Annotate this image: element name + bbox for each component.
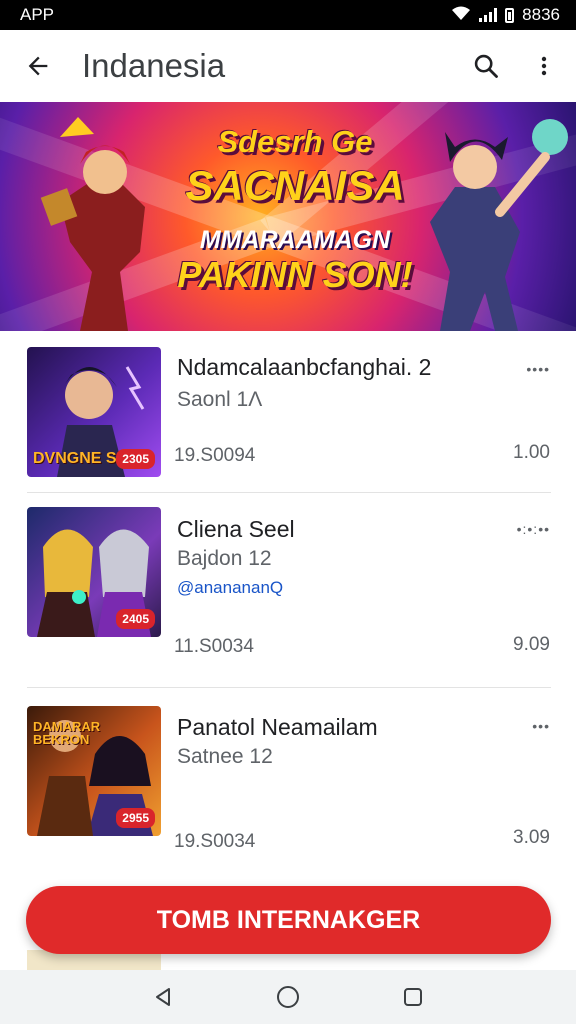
banner-line-2: SACNAISA [185, 162, 405, 209]
arrow-back-icon [28, 56, 48, 76]
nav-recents-button[interactable] [393, 977, 433, 1017]
nav-recents-icon [404, 988, 423, 1006]
item-subtitle: Satnee 12 [177, 745, 273, 768]
nav-home-icon [276, 986, 299, 1008]
item-tag[interactable]: @ananananQ [177, 578, 283, 598]
nav-home-button[interactable] [268, 977, 308, 1017]
divider [27, 492, 551, 493]
item-meta: 19.S0094 [174, 445, 256, 466]
item-price: 3.09 [513, 827, 550, 848]
banner-line-3: MMARAAMAGN [199, 226, 391, 254]
item-more-button[interactable]: ••• [532, 718, 550, 734]
banner-line-4: PAKINN SON! [177, 254, 413, 295]
back-button[interactable] [18, 46, 58, 86]
thumbnail-badge: 2305 [116, 449, 155, 469]
battery-icon [505, 7, 515, 23]
item-price: 9.09 [513, 634, 550, 655]
more-options-button[interactable] [522, 44, 566, 88]
item-thumbnail: DAMARAR BEKRON 2955 [27, 706, 161, 836]
item-more-button[interactable]: •••• [526, 361, 550, 377]
item-title: Cliena Seel [177, 516, 295, 542]
search-button[interactable] [464, 44, 508, 88]
item-more-button[interactable]: •:•:•• [517, 521, 550, 537]
thumbnail-badge: 2955 [116, 808, 155, 828]
nav-back-icon [155, 988, 170, 1006]
signal-icon [479, 8, 498, 22]
item-meta: 19.S0034 [174, 831, 256, 852]
app-bar: Indanesia [0, 30, 576, 102]
item-subtitle: Bajdon 12 [177, 547, 272, 570]
banner-line-1: Sdesrh Ge [217, 124, 373, 159]
primary-cta-button[interactable]: TOMB INTERNAKGER [26, 886, 551, 954]
item-title: Ndamcalaanbcfanghai. 2 [177, 354, 432, 380]
wifi-icon [451, 5, 471, 26]
more-vert-icon [541, 56, 547, 76]
divider [27, 687, 551, 688]
item-thumbnail: 2405 [27, 507, 161, 637]
item-meta: 11.S0034 [174, 636, 254, 657]
status-app-label: APP [20, 5, 55, 24]
system-nav-bar [0, 970, 576, 1024]
thumbnail-caption: DAMARAR BEKRON [33, 719, 101, 747]
status-time: 8836 [522, 5, 560, 24]
status-icons: 8836 [451, 5, 560, 26]
status-bar: APP 8836 [0, 0, 576, 30]
item-price: 1.00 [513, 442, 550, 463]
promo-banner[interactable]: Sdesrh Ge SACNAISA MMARAAMAGN PAKINN SON… [0, 102, 576, 331]
item-thumbnail: DVNGNE SUNN 2305 [27, 347, 161, 477]
item-title: Panatol Neamailam [177, 714, 378, 740]
page-title: Indanesia [82, 47, 226, 84]
item-subtitle: Saonl 1Ʌ [177, 388, 263, 411]
nav-back-button[interactable] [143, 977, 183, 1017]
thumbnail-badge: 2405 [116, 609, 155, 629]
search-icon [474, 54, 498, 78]
